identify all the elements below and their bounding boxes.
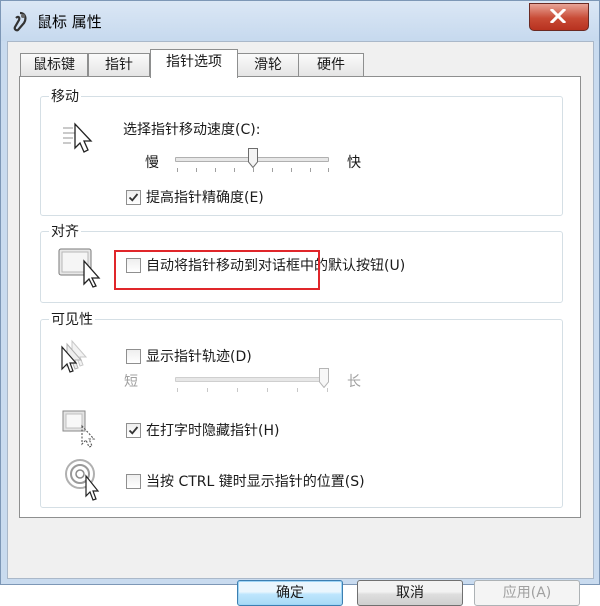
trails-short-label: 短	[124, 374, 138, 390]
cancel-button[interactable]: 取消	[357, 580, 463, 606]
motion-group-title: 移动	[49, 86, 81, 106]
mouse-app-icon	[13, 11, 27, 32]
tab-pointers[interactable]: 指针	[88, 53, 150, 76]
ctrl-locate-label[interactable]: 当按 CTRL 键时显示指针的位置(S)	[146, 471, 365, 491]
tab-pointer-options[interactable]: 指针选项	[150, 49, 238, 78]
visibility-group-title: 可见性	[49, 309, 95, 329]
mouse-properties-window: 鼠标 属性 鼠标键 指针 指针选项 滑轮 硬件 移动 选择指针移动速度(C): …	[0, 0, 600, 606]
hide-while-typing-checkbox[interactable]	[126, 423, 141, 438]
pointer-trails-icon	[61, 339, 88, 373]
close-icon	[550, 9, 566, 23]
trails-long-label: 长	[347, 374, 361, 390]
checkmark-icon	[128, 426, 139, 435]
trails-checkbox[interactable]	[126, 349, 141, 364]
checkmark-icon	[128, 193, 139, 202]
hide-while-typing-icon	[62, 410, 96, 448]
speed-label: 选择指针移动速度(C):	[123, 122, 261, 138]
snap-to-button-icon	[58, 248, 101, 288]
fast-label: 快	[347, 155, 361, 171]
tab-wheel[interactable]: 滑轮	[236, 53, 300, 76]
window-title: 鼠标 属性	[37, 13, 102, 31]
ok-button[interactable]: 确定	[237, 580, 343, 606]
slow-label: 慢	[145, 155, 159, 171]
hide-while-typing-label[interactable]: 在打字时隐藏指针(H)	[146, 420, 279, 440]
trails-slider-track[interactable]	[175, 377, 329, 382]
precision-highlight-box	[114, 250, 320, 290]
pointer-speed-icon	[63, 122, 93, 153]
trails-label[interactable]: 显示指针轨迹(D)	[146, 346, 252, 366]
precision-label[interactable]: 提高指针精确度(E)	[146, 187, 264, 207]
speed-slider-thumb[interactable]	[248, 148, 258, 168]
precision-checkbox[interactable]	[126, 190, 141, 205]
dialog-body: 鼠标键 指针 指针选项 滑轮 硬件 移动 选择指针移动速度(C): 慢 快 提高…	[7, 41, 594, 606]
tab-buttons[interactable]: 鼠标键	[20, 53, 88, 76]
title-bar[interactable]: 鼠标 属性	[1, 1, 599, 41]
motion-group: 移动	[40, 86, 563, 216]
tab-hardware[interactable]: 硬件	[298, 53, 364, 76]
snap-group-title: 对齐	[49, 221, 81, 241]
ctrl-locate-pointer-icon	[65, 459, 100, 501]
apply-button[interactable]: 应用(A)	[474, 580, 580, 606]
close-button[interactable]	[529, 3, 589, 31]
pointer-options-panel: 移动 选择指针移动速度(C): 慢 快 提高指针精确度(E) 对齐 自动将指针移…	[19, 76, 581, 518]
trails-slider-thumb[interactable]	[319, 368, 329, 388]
ctrl-locate-checkbox[interactable]	[126, 474, 141, 489]
